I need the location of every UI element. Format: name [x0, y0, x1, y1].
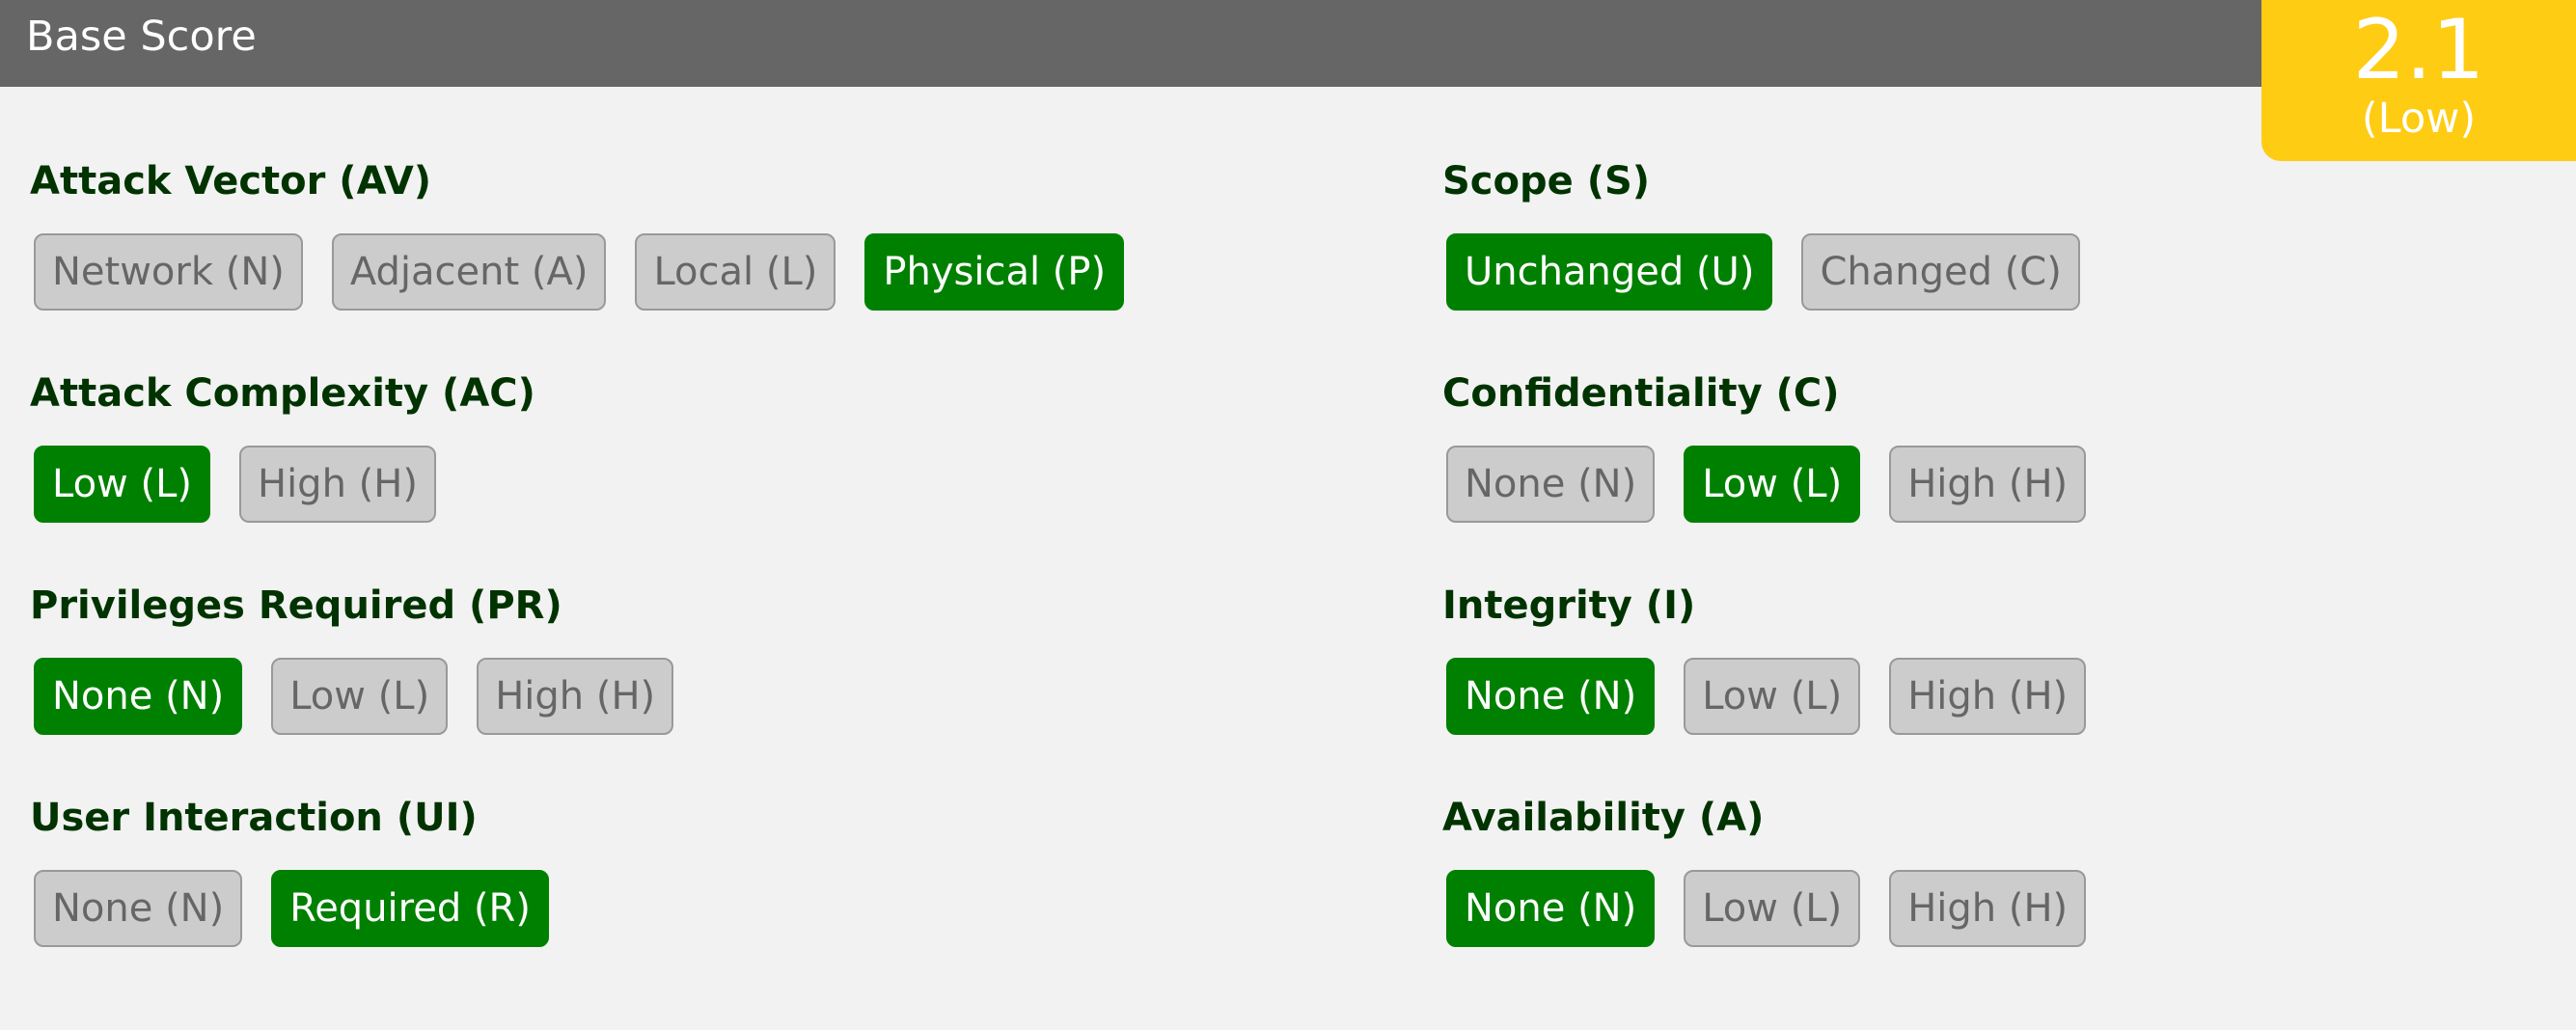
attack-vector-option-network[interactable]: Network (N) [34, 233, 303, 311]
attack-vector-option-adjacent[interactable]: Adjacent (A) [331, 233, 607, 311]
integrity-option-low[interactable]: Low (L) [1684, 658, 1861, 735]
metric-label: Scope (S) [1442, 159, 1651, 203]
confidentiality-option-low[interactable]: Low (L) [1684, 446, 1861, 523]
user-interaction-option-none[interactable]: None (N) [34, 870, 243, 947]
availability-option-low[interactable]: Low (L) [1684, 870, 1861, 947]
availability-option-high[interactable]: High (H) [1889, 870, 2087, 947]
confidentiality-option-high[interactable]: High (H) [1889, 446, 2087, 523]
attack-vector-option-local[interactable]: Local (L) [635, 233, 836, 311]
score-value: 2.1 [2352, 2, 2485, 98]
privileges-required-option-high[interactable]: High (H) [477, 658, 674, 735]
option-group: None (N) Required (R) [34, 870, 549, 947]
page-title: Base Score [26, 13, 257, 61]
metric-label: Attack Complexity (AC) [30, 371, 535, 416]
attack-complexity-option-low[interactable]: Low (L) [34, 446, 210, 523]
user-interaction-option-required[interactable]: Required (R) [271, 870, 549, 947]
score-rating: (Low) [2361, 95, 2477, 143]
scope-option-unchanged[interactable]: Unchanged (U) [1446, 233, 1773, 311]
metric-label: Availability (A) [1442, 796, 1765, 840]
metric-label: Privileges Required (PR) [30, 583, 562, 628]
metric-label: User Interaction (UI) [30, 796, 478, 840]
option-group: Network (N) Adjacent (A) Local (L) Physical… [34, 233, 1125, 311]
score-badge: 2.1 (Low) [2261, 0, 2576, 161]
base-score-header: Base Score [0, 0, 2576, 87]
integrity-option-none[interactable]: None (N) [1446, 658, 1656, 735]
confidentiality-option-none[interactable]: None (N) [1446, 446, 1656, 523]
metric-label: Attack Vector (AV) [30, 159, 432, 203]
scope-option-changed[interactable]: Changed (C) [1801, 233, 2080, 311]
attack-vector-option-physical[interactable]: Physical (P) [864, 233, 1125, 311]
option-group: Unchanged (U) Changed (C) [1446, 233, 2080, 311]
option-group: None (N) Low (L) High (H) [1446, 870, 2087, 947]
integrity-option-high[interactable]: High (H) [1889, 658, 2087, 735]
availability-option-none[interactable]: None (N) [1446, 870, 1656, 947]
privileges-required-option-none[interactable]: None (N) [34, 658, 243, 735]
option-group: Low (L) High (H) [34, 446, 436, 523]
attack-complexity-option-high[interactable]: High (H) [238, 446, 436, 523]
option-group: None (N) Low (L) High (H) [1446, 446, 2087, 523]
metric-label: Confidentiality (C) [1442, 371, 1840, 416]
privileges-required-option-low[interactable]: Low (L) [271, 658, 449, 735]
metric-label: Integrity (I) [1442, 583, 1696, 628]
option-group: None (N) Low (L) High (H) [1446, 658, 2087, 735]
option-group: None (N) Low (L) High (H) [34, 658, 674, 735]
